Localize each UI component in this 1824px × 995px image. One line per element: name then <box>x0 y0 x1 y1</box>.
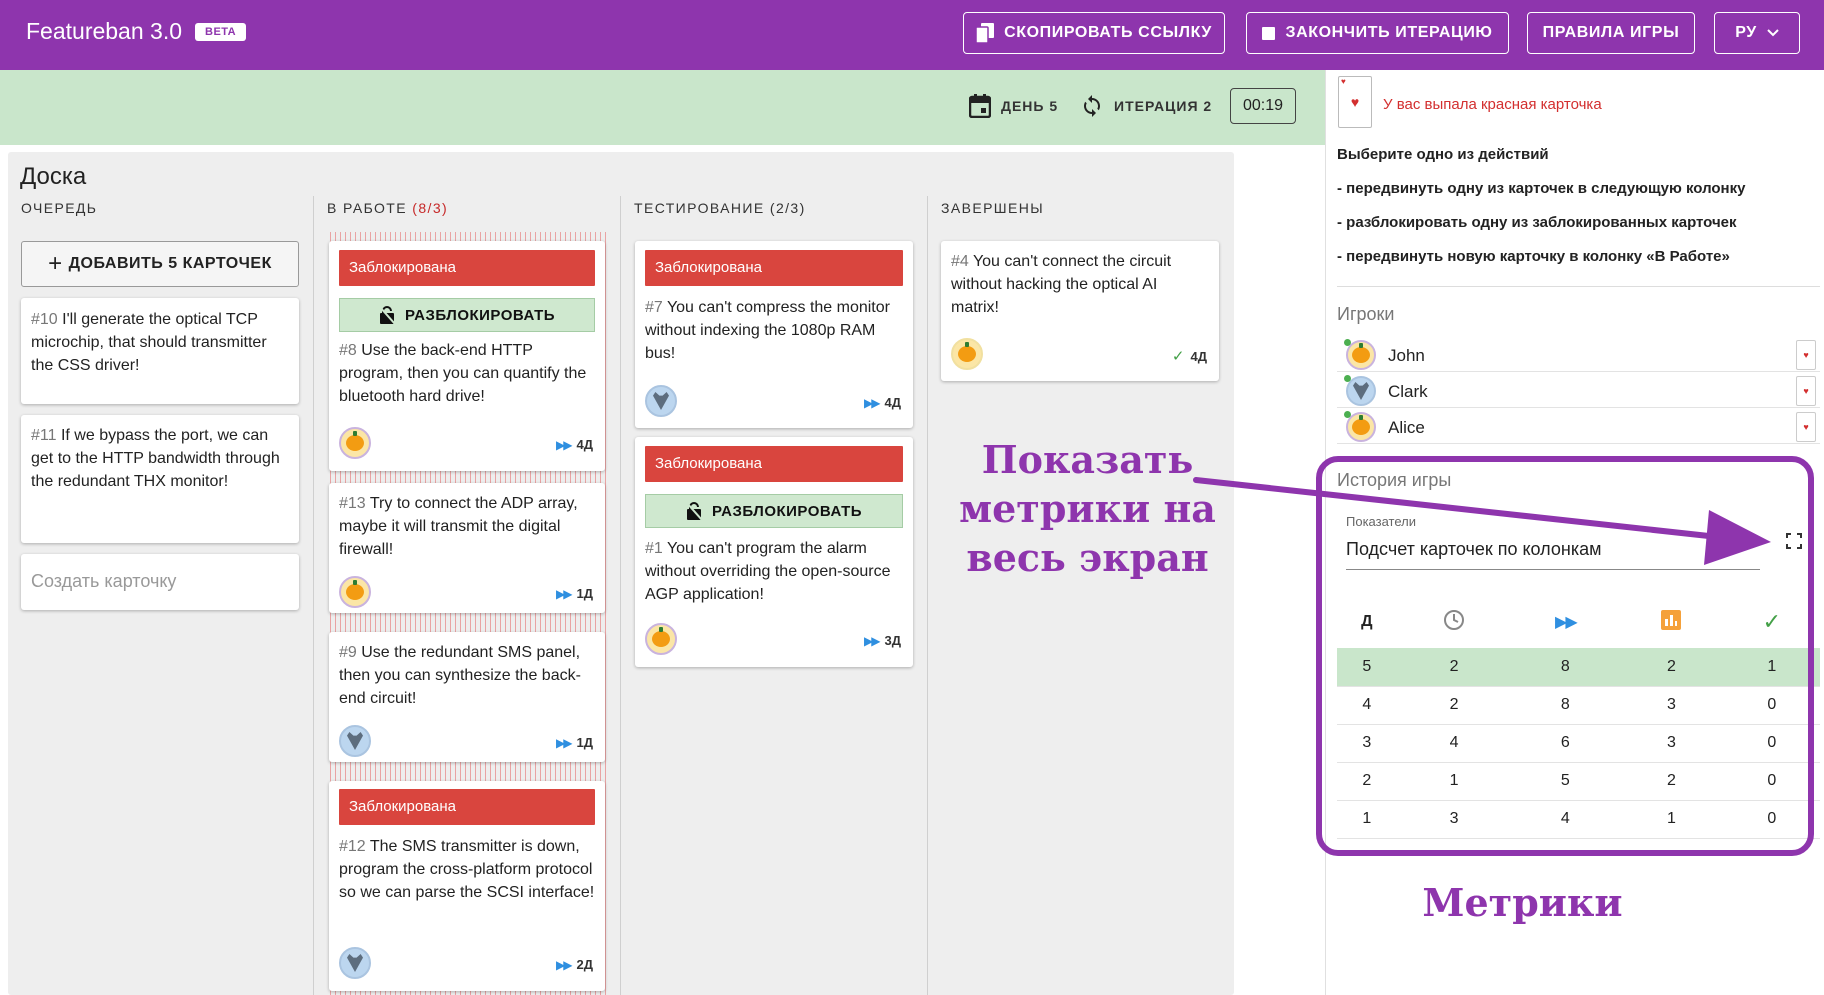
annotation-arrow <box>1193 477 1771 565</box>
online-indicator <box>1344 339 1351 346</box>
online-indicator <box>1344 411 1351 418</box>
online-indicator <box>1344 375 1351 382</box>
